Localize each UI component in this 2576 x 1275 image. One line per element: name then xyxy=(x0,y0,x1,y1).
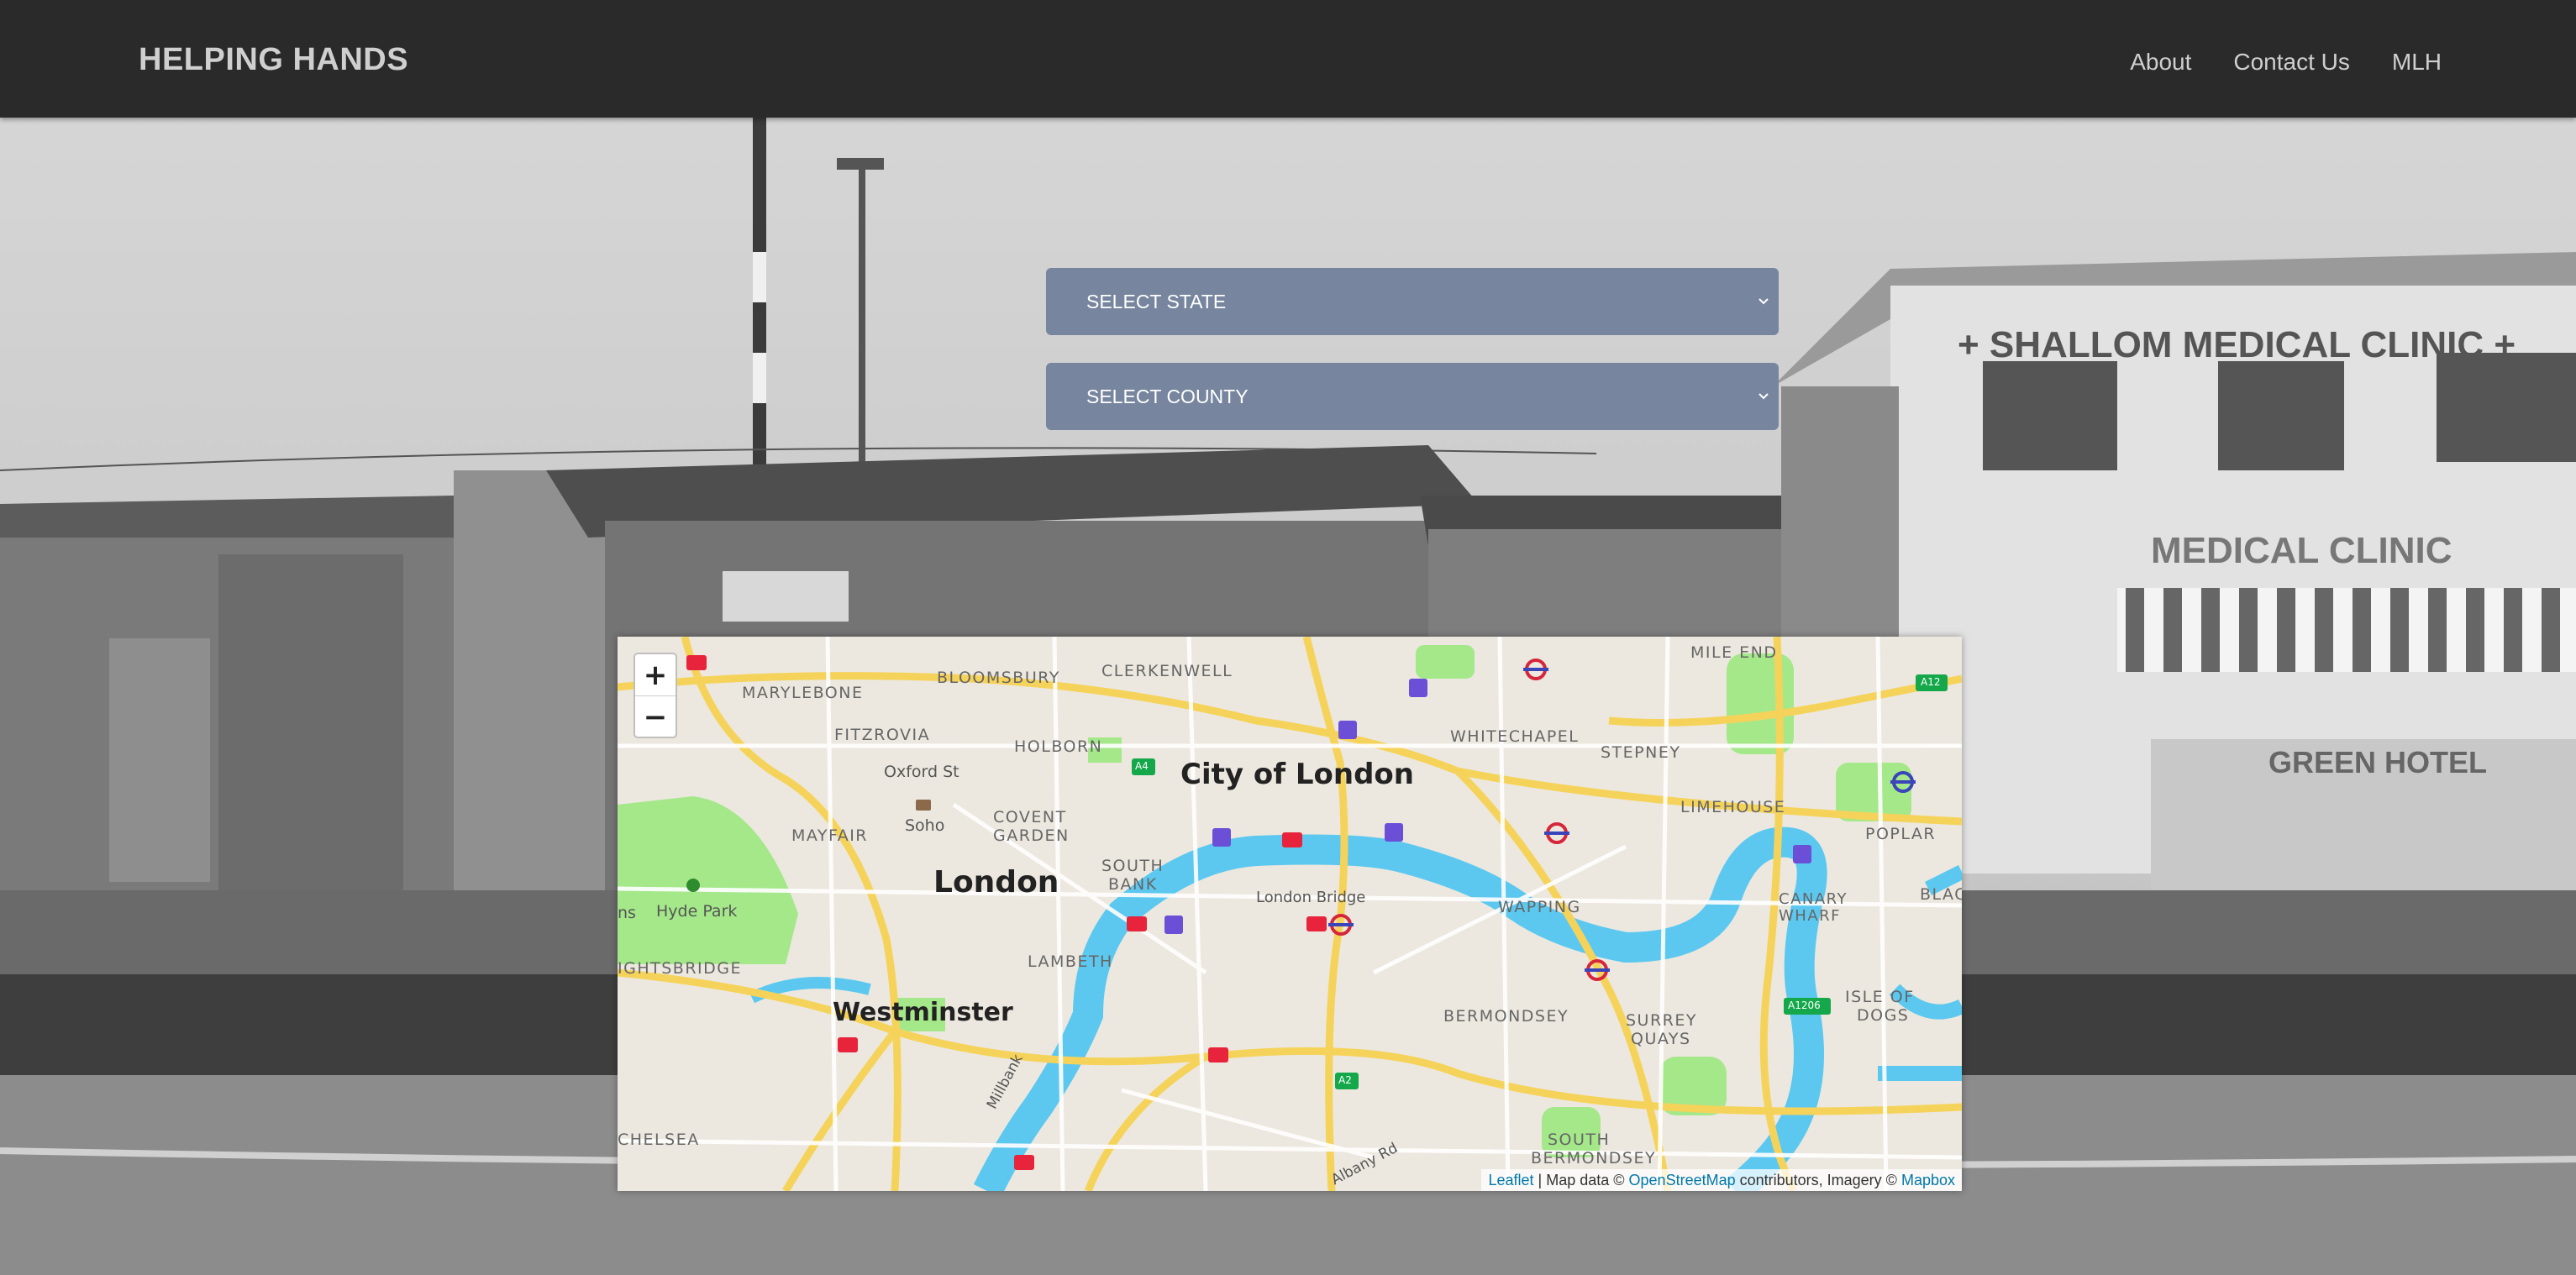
camera-icon xyxy=(916,800,931,811)
map-label-westminster: Westminster xyxy=(833,998,1013,1027)
map-label: MILE END xyxy=(1690,643,1778,662)
map-label: COVENT xyxy=(993,808,1067,826)
map-label: SOUTH xyxy=(1548,1131,1611,1149)
hotel-sign: GREEN HOTEL xyxy=(2268,745,2487,779)
map-label: London Bridge xyxy=(1256,889,1366,906)
state-select[interactable]: SELECT STATE xyxy=(1046,268,1779,335)
tree-icon xyxy=(686,879,700,892)
map-label: FITZROVIA xyxy=(834,726,931,744)
map-label: BERMONDSEY xyxy=(1531,1149,1657,1167)
map-label: MAYFAIR xyxy=(791,826,869,845)
nav-links: About Contact Us MLH xyxy=(2130,49,2442,76)
nav-about-link[interactable]: About xyxy=(2130,49,2191,76)
map-label: IGHTSBRIDGE xyxy=(618,959,742,978)
map-label: SURREY xyxy=(1626,1011,1697,1030)
map-label: BERMONDSEY xyxy=(1443,1007,1569,1026)
nav-mlh-link[interactable]: MLH xyxy=(2392,49,2442,76)
striped-awning xyxy=(2117,588,2576,672)
chevron-down-icon xyxy=(1753,363,1774,430)
road-shield-label: A1206 xyxy=(1788,1000,1821,1011)
map-label: ISLE OF xyxy=(1845,988,1915,1006)
map-label: BLOOMSBURY xyxy=(937,669,1060,687)
map-label: LIMEHOUSE xyxy=(1680,798,1786,816)
brand-logo[interactable]: HELPING HANDS xyxy=(139,42,408,78)
map-label: Hyde Park xyxy=(656,902,738,921)
nav-contact-link[interactable]: Contact Us xyxy=(2233,49,2350,76)
map-label: BLAC xyxy=(1920,885,1962,904)
state-select-label: SELECT STATE xyxy=(1086,291,1227,312)
map-label: SOUTH xyxy=(1101,857,1164,875)
map-label-london: London xyxy=(933,865,1059,900)
county-select-label: SELECT COUNTY xyxy=(1086,386,1249,407)
map-label: Oxford St xyxy=(884,763,959,781)
map-label: LAMBETH xyxy=(1028,952,1113,971)
map-label: STEPNEY xyxy=(1601,743,1681,762)
map-label: Soho xyxy=(905,816,945,835)
county-select[interactable]: SELECT COUNTY xyxy=(1046,363,1779,430)
road-shield-label: A4 xyxy=(1135,760,1149,772)
openstreetmap-link[interactable]: OpenStreetMap xyxy=(1629,1172,1736,1188)
mapbox-link[interactable]: Mapbox xyxy=(1901,1172,1955,1188)
map-label: ns xyxy=(618,904,636,922)
attribution-text: | Map data © xyxy=(1533,1172,1629,1188)
map-label: GARDEN xyxy=(993,826,1070,845)
map-label: CANARY xyxy=(1779,890,1848,908)
map-label: CHELSEA xyxy=(618,1131,700,1149)
map-tiles[interactable] xyxy=(618,637,1962,1191)
map-label-city-of-london: City of London xyxy=(1180,758,1414,791)
map-label: WHITECHAPEL xyxy=(1450,727,1580,746)
map-label: MARYLEBONE xyxy=(742,684,864,702)
zoom-control: + − xyxy=(633,653,677,738)
attribution-text: contributors, Imagery © xyxy=(1735,1172,1901,1188)
map-label: CLERKENWELL xyxy=(1101,662,1233,680)
clinic-sign: + SHALLOM MEDICAL CLINIC + xyxy=(1958,324,2516,365)
map-label: QUAYS xyxy=(1631,1030,1691,1048)
map-label: HOLBORN xyxy=(1014,737,1103,756)
map-attribution: Leaflet | Map data © OpenStreetMap contr… xyxy=(1481,1169,1962,1191)
map-container[interactable]: MARYLEBONE BLOOMSBURY CLERKENWELL FITZRO… xyxy=(618,637,1962,1191)
map-label: BANK xyxy=(1108,875,1158,894)
road-shield-label: A2 xyxy=(1338,1074,1352,1086)
zoom-in-button[interactable]: + xyxy=(635,654,676,696)
navbar: HELPING HANDS About Contact Us MLH xyxy=(0,0,2576,118)
map-label: WHARF xyxy=(1779,907,1842,925)
road-shield-label: A12 xyxy=(1921,676,1941,688)
leaflet-link[interactable]: Leaflet xyxy=(1488,1172,1533,1188)
clinic-sign-lower: MEDICAL CLINIC xyxy=(2151,530,2452,571)
map-label: WAPPING xyxy=(1498,898,1581,916)
zoom-out-button[interactable]: − xyxy=(635,696,676,737)
map-label: POPLAR xyxy=(1865,825,1937,843)
map-label: DOGS xyxy=(1857,1006,1910,1025)
chevron-down-icon xyxy=(1753,268,1774,335)
